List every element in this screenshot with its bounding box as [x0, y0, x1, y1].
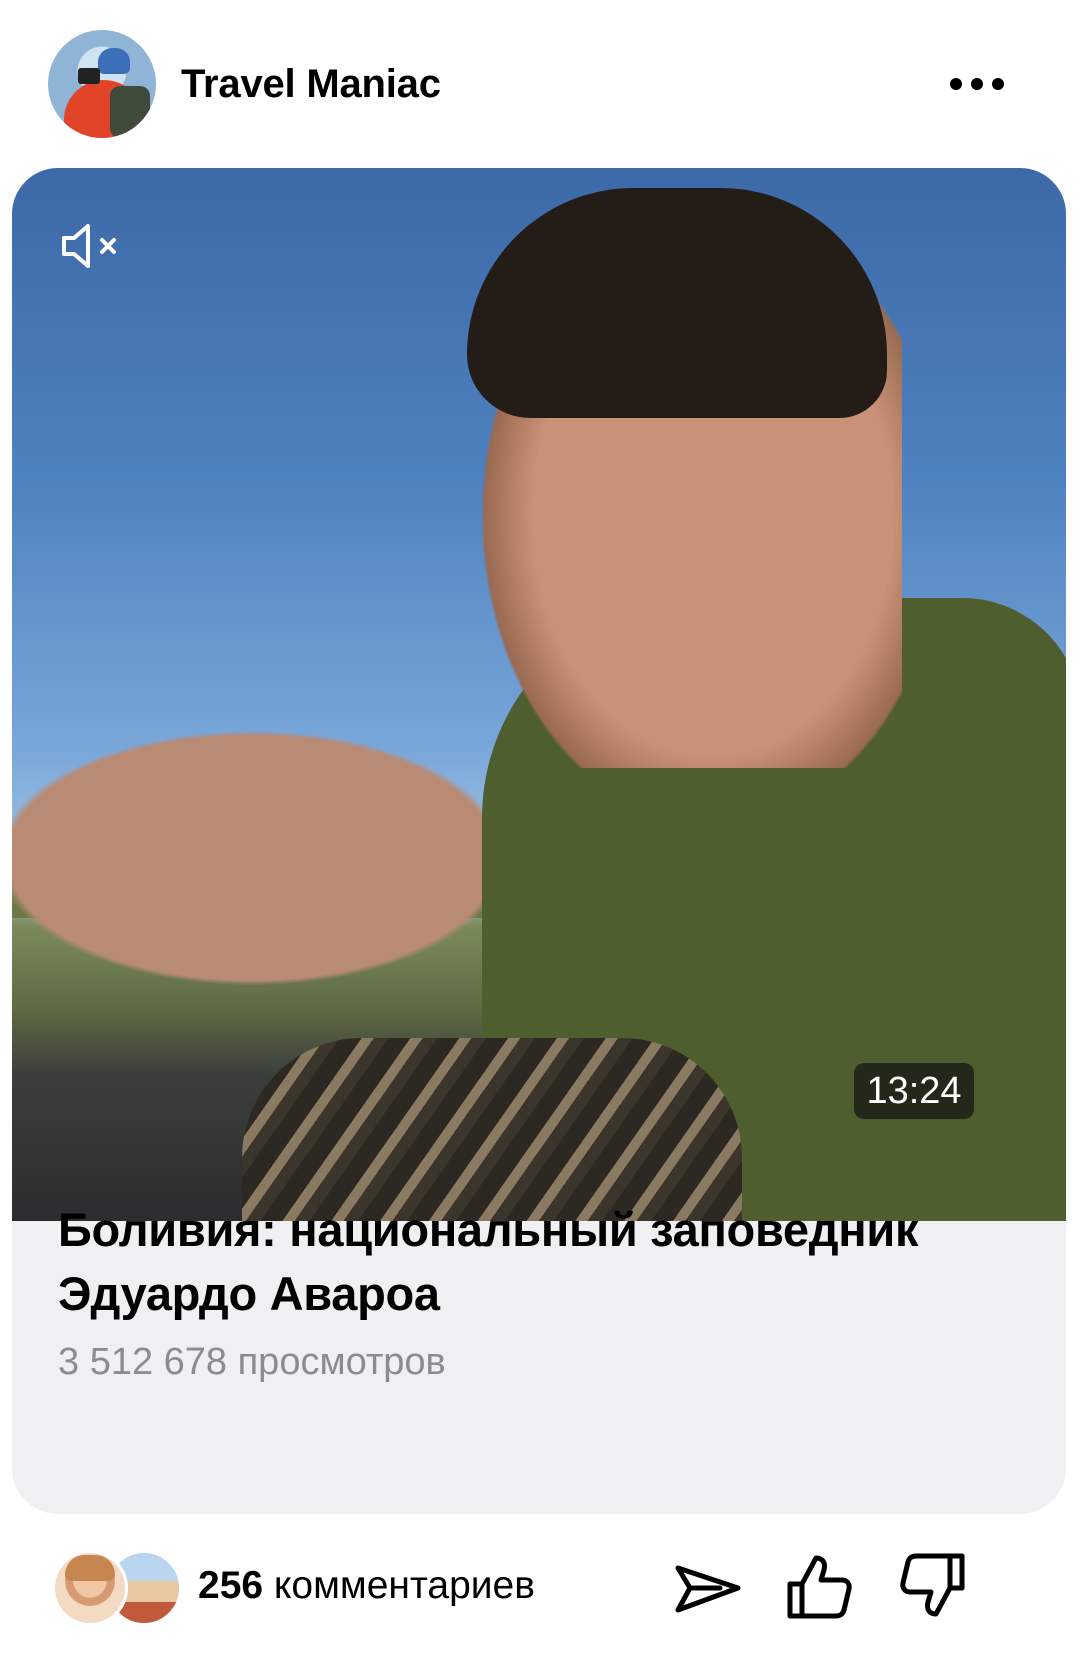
video-title[interactable]: Боливия: национальный заповедник Эдуардо…	[58, 1198, 1018, 1326]
comments-count: 256	[198, 1564, 264, 1607]
video-card[interactable]: 13:24 Боливия: национальный заповедник Э…	[12, 168, 1066, 1514]
video-thumbnail[interactable]: 13:24	[12, 168, 1066, 1221]
dislike-icon[interactable]	[896, 1550, 968, 1622]
view-count: 3 512 678 просмотров	[58, 1341, 446, 1383]
volume-muted-icon[interactable]	[58, 218, 128, 274]
comments-label: комментариев	[273, 1564, 535, 1607]
comments-link[interactable]: 256 комментариев	[198, 1562, 535, 1610]
channel-avatar[interactable]	[48, 30, 156, 138]
channel-name[interactable]: Travel Maniac	[181, 60, 441, 108]
camo-pants	[242, 1038, 742, 1221]
video-duration-badge: 13:24	[854, 1063, 974, 1119]
more-dots-icon[interactable]	[950, 70, 1016, 98]
share-icon[interactable]	[672, 1550, 744, 1622]
like-icon[interactable]	[784, 1550, 856, 1622]
post-header: Travel Maniac	[0, 0, 1080, 168]
commenter-avatar-1	[52, 1550, 128, 1626]
